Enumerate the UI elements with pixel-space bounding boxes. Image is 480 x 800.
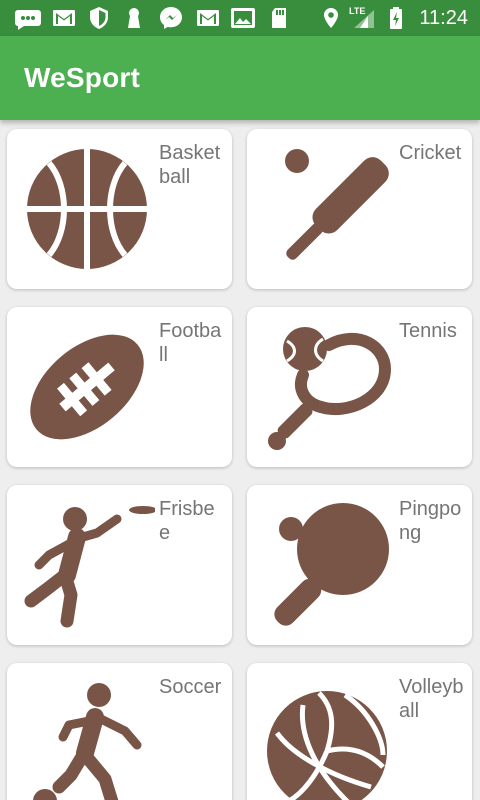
cricket-icon	[285, 149, 389, 260]
sport-name: Volleyball	[399, 676, 464, 722]
gmail-icon	[53, 10, 75, 26]
location-icon	[324, 8, 338, 28]
photos-icon	[231, 8, 255, 28]
battery-icon	[390, 7, 402, 29]
gmail-icon	[197, 10, 219, 26]
sports-grid: Basketball Cricket Football Tennis Frisb…	[0, 120, 480, 800]
sport-name: Pingpong	[399, 498, 462, 544]
sport-name: Cricket	[399, 142, 462, 164]
sport-name: Basketball	[159, 142, 221, 188]
tennis-icon	[268, 327, 392, 450]
signal-icon	[354, 10, 374, 28]
sport-card-basketball[interactable]: Basketball	[7, 129, 232, 289]
soccer-icon	[33, 683, 142, 800]
sport-card-soccer[interactable]: Soccer	[7, 663, 232, 800]
volleyball-icon	[267, 691, 387, 800]
sport-card-pingpong[interactable]: Pingpong	[247, 485, 472, 645]
sport-name: Frisbee	[159, 498, 215, 544]
sport-name: Football	[159, 320, 222, 366]
sport-card-football[interactable]: Football	[7, 307, 232, 467]
sport-card-volleyball[interactable]: Volleyball	[247, 663, 472, 800]
pingpong-icon	[274, 503, 389, 626]
sd-card-icon	[272, 8, 286, 28]
sport-card-cricket[interactable]: Cricket	[247, 129, 472, 289]
message-icon	[15, 10, 41, 30]
sport-name: Soccer	[159, 676, 222, 698]
app-title: WeSport	[24, 62, 140, 93]
football-icon	[30, 334, 144, 440]
sport-card-tennis[interactable]: Tennis	[247, 307, 472, 467]
status-bar: LTE 11:24	[0, 0, 480, 36]
app-bar: WeSport	[0, 36, 480, 120]
shield-icon	[90, 7, 108, 29]
basketball-icon	[27, 149, 147, 269]
messenger-icon	[160, 7, 182, 29]
clock: 11:24	[419, 7, 468, 29]
keyhole-icon	[128, 8, 140, 28]
sport-name: Tennis	[399, 320, 457, 342]
frisbee-icon	[24, 506, 155, 628]
sport-card-frisbee[interactable]: Frisbee	[7, 485, 232, 645]
